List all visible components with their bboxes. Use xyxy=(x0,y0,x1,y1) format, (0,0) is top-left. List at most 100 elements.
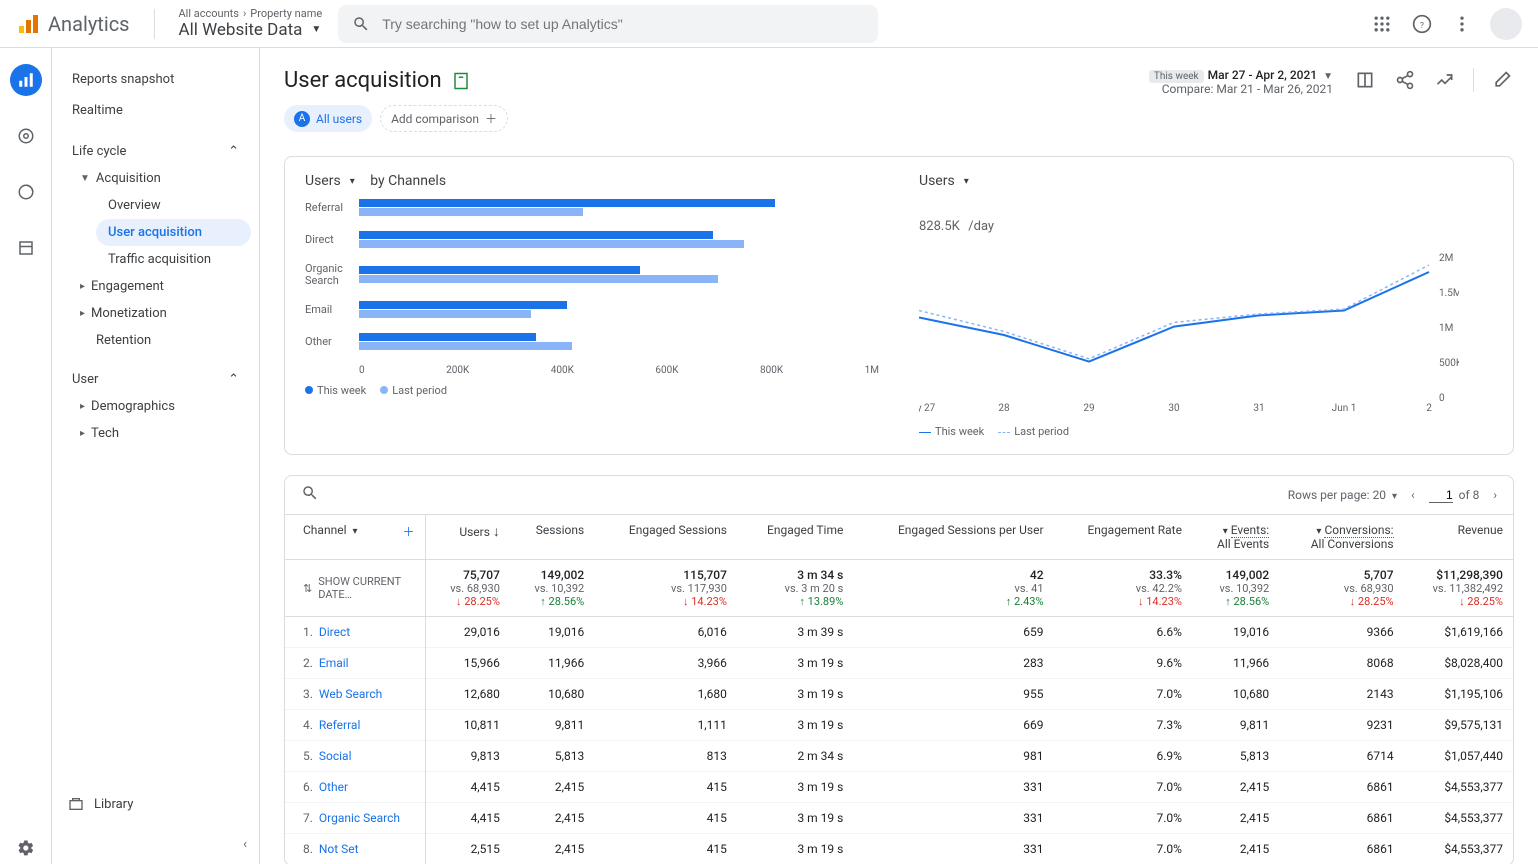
edit-icon[interactable] xyxy=(1490,68,1514,92)
column-header[interactable]: Sessions xyxy=(510,515,594,560)
dimension-link[interactable]: Organic Search xyxy=(319,811,400,825)
svg-text:29: 29 xyxy=(1083,403,1094,413)
table-row[interactable]: 8. Not Set2,5152,4154153 m 19 s3317.0%2,… xyxy=(285,834,1513,864)
more-icon[interactable] xyxy=(1450,12,1474,36)
logo[interactable]: Analytics xyxy=(16,12,130,36)
insights-icon[interactable] xyxy=(1433,68,1457,92)
dimension-selector[interactable]: Channel ▾ xyxy=(303,523,358,537)
search-bar[interactable] xyxy=(338,5,878,43)
report-actions xyxy=(1353,68,1514,92)
table-row[interactable]: 3. Web Search12,68010,6801,6803 m 19 s95… xyxy=(285,679,1513,710)
column-header[interactable]: Engagement Rate xyxy=(1054,515,1192,560)
line-chart: Users▾ 828.5K /day 2M1.5M1M500K0 May 272… xyxy=(919,173,1493,438)
add-dimension-icon[interactable]: ＋ xyxy=(402,523,414,540)
rows-per-page-select[interactable]: 20 xyxy=(1373,488,1387,502)
table-row[interactable]: 5. Social9,8135,8138132 m 34 s9816.9%5,8… xyxy=(285,741,1513,772)
svg-text:28: 28 xyxy=(998,403,1010,413)
expand-icon: ⇅ xyxy=(303,582,312,595)
svg-text:Jun 1: Jun 1 xyxy=(1332,403,1357,413)
table-row[interactable]: 2. Email15,96611,9663,9663 m 19 s2839.6%… xyxy=(285,648,1513,679)
rail-configure-icon[interactable] xyxy=(10,232,42,264)
table-row[interactable]: 7. Organic Search4,4152,4154153 m 19 s33… xyxy=(285,803,1513,834)
page-input[interactable] xyxy=(1429,488,1453,503)
header-actions: ? xyxy=(1370,8,1522,40)
line-metric-selector[interactable]: Users xyxy=(919,173,955,189)
breadcrumb: All accounts › Property name xyxy=(179,7,323,20)
search-icon xyxy=(352,15,370,33)
dimension-link[interactable]: Web Search xyxy=(319,687,382,701)
svg-text:2: 2 xyxy=(1426,403,1432,413)
column-header[interactable]: Engaged Sessions xyxy=(594,515,737,560)
comparison-chip-all-users[interactable]: A All users xyxy=(284,105,372,132)
svg-text:1M: 1M xyxy=(1439,323,1453,334)
sidebar-collapse-icon[interactable]: ‹ xyxy=(243,837,247,852)
sidebar: Reports snapshot Realtime Life cycle ⌃ ▼… xyxy=(52,48,260,864)
sidebar-item-reports-snapshot[interactable]: Reports snapshot xyxy=(60,64,251,95)
sidebar-item-realtime[interactable]: Realtime xyxy=(60,95,251,126)
dimension-link[interactable]: Email xyxy=(319,656,349,670)
sidebar-item-user-acquisition[interactable]: User acquisition xyxy=(96,219,251,246)
search-input[interactable] xyxy=(382,16,864,32)
prev-page-icon[interactable]: ‹ xyxy=(1411,488,1415,502)
sidebar-group-user[interactable]: User ⌃ xyxy=(60,366,251,393)
bar-metric-selector[interactable]: Users xyxy=(305,173,341,189)
dimension-link[interactable]: Not Set xyxy=(319,842,359,856)
customize-columns-icon[interactable] xyxy=(1353,68,1377,92)
analytics-logo-icon xyxy=(16,12,40,36)
rail-advertising-icon[interactable] xyxy=(10,176,42,208)
sidebar-item-traffic-acquisition[interactable]: Traffic acquisition xyxy=(96,246,251,273)
avatar[interactable] xyxy=(1490,8,1522,40)
apps-icon[interactable] xyxy=(1370,12,1394,36)
table-row[interactable]: 1. Direct29,01619,0166,0163 m 39 s6596.6… xyxy=(285,617,1513,648)
show-dates-toggle[interactable]: ⇅SHOW CURRENT DATE… xyxy=(303,575,415,601)
sidebar-library[interactable]: Library xyxy=(68,796,133,812)
app-header: Analytics All accounts › Property name A… xyxy=(0,0,1538,48)
help-icon[interactable]: ? xyxy=(1410,12,1434,36)
next-page-icon[interactable]: › xyxy=(1493,488,1497,502)
dimension-link[interactable]: Other xyxy=(319,780,348,794)
rail-explore-icon[interactable] xyxy=(10,120,42,152)
share-icon[interactable] xyxy=(1393,68,1417,92)
dropdown-icon: ▼ xyxy=(1323,71,1333,82)
sidebar-item-acquisition[interactable]: ▼ Acquisition xyxy=(72,165,251,192)
svg-text:31: 31 xyxy=(1253,403,1264,413)
sidebar-item-overview[interactable]: Overview xyxy=(96,192,251,219)
line-chart-svg: 2M1.5M1M500K0 May 2728293031Jun 12 xyxy=(919,253,1459,413)
dimension-link[interactable]: Social xyxy=(319,749,352,763)
dropdown-icon: ▼ xyxy=(311,24,321,36)
library-icon xyxy=(68,796,84,812)
svg-text:2M: 2M xyxy=(1439,253,1453,264)
add-comparison-button[interactable]: Add comparison ＋ xyxy=(380,105,508,132)
svg-text:?: ? xyxy=(1420,21,1424,31)
dimension-link[interactable]: Direct xyxy=(319,625,350,639)
caret-right-icon: ▸ xyxy=(80,281,85,292)
sidebar-item-tech[interactable]: ▸Tech xyxy=(72,420,251,447)
dimension-link[interactable]: Referral xyxy=(319,718,361,732)
svg-text:500K: 500K xyxy=(1439,358,1459,369)
column-header[interactable]: Users ↓ xyxy=(425,515,510,560)
table-search-icon[interactable] xyxy=(301,484,319,506)
column-header[interactable]: ▾ Events:All Events xyxy=(1192,515,1279,560)
sidebar-item-retention[interactable]: Retention xyxy=(72,327,251,354)
divider xyxy=(154,9,155,39)
sidebar-item-engagement[interactable]: ▸Engagement xyxy=(72,273,251,300)
svg-text:0: 0 xyxy=(1439,393,1445,404)
column-header[interactable]: Engaged Sessions per User xyxy=(853,515,1053,560)
column-header[interactable]: Revenue xyxy=(1404,515,1513,560)
column-header[interactable]: ▾ Conversions:All Conversions xyxy=(1279,515,1403,560)
nav-rail xyxy=(0,48,52,864)
sidebar-item-monetization[interactable]: ▸Monetization xyxy=(72,300,251,327)
page-title: User acquisition xyxy=(284,68,442,93)
rail-reports-icon[interactable] xyxy=(10,64,42,96)
table-row[interactable]: 6. Other4,4152,4154153 m 19 s3317.0%2,41… xyxy=(285,772,1513,803)
caret-down-icon: ▼ xyxy=(80,173,90,184)
account-selector[interactable]: All accounts › Property name All Website… xyxy=(179,7,323,41)
date-range-picker[interactable]: This weekMar 27 - Apr 2, 2021 ▼ Compare:… xyxy=(1149,68,1333,96)
caret-right-icon: ▸ xyxy=(80,308,85,319)
chevron-up-icon: ⌃ xyxy=(228,372,239,387)
rail-admin-icon[interactable] xyxy=(10,832,42,864)
column-header[interactable]: Engaged Time xyxy=(737,515,853,560)
table-row[interactable]: 4. Referral10,8119,8111,1113 m 19 s6697.… xyxy=(285,710,1513,741)
sidebar-group-lifecycle[interactable]: Life cycle ⌃ xyxy=(60,138,251,165)
sidebar-item-demographics[interactable]: ▸Demographics xyxy=(72,393,251,420)
